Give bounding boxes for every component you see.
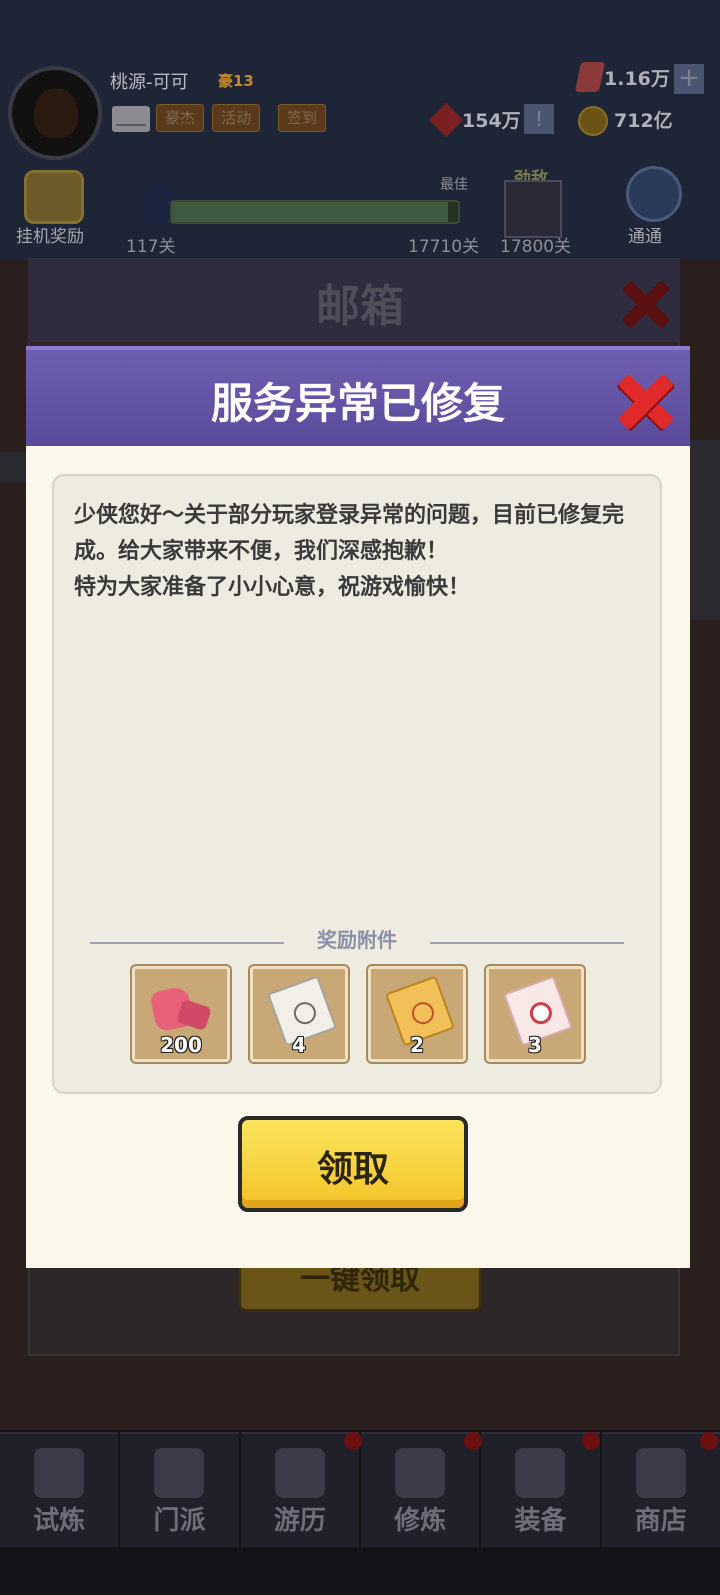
- reward-item-gold-scroll[interactable]: 2: [366, 964, 468, 1064]
- claim-label: 领取: [316, 1149, 389, 1190]
- tongtong-avatar-icon[interactable]: [626, 166, 682, 222]
- ninja-icon: [34, 1448, 84, 1498]
- notification-dot: [344, 1432, 362, 1450]
- side-panel-tab[interactable]: [690, 440, 720, 620]
- coin-icon: [578, 106, 608, 136]
- rival-stage: 17800关: [500, 237, 572, 257]
- notification-dot: [464, 1432, 482, 1450]
- close-icon[interactable]: [616, 372, 676, 432]
- reward-count: 2: [410, 1033, 424, 1057]
- player-avatar[interactable]: [8, 66, 102, 160]
- nav-equipment[interactable]: 装备: [481, 1432, 600, 1547]
- red-token-count: 154万: [462, 110, 521, 132]
- nav-label: 修炼: [394, 1506, 447, 1536]
- mail-icon[interactable]: [112, 106, 150, 132]
- mail-message: 少侠您好～关于部分玩家登录异常的问题，目前已修复完成。给大家带来不便，我们深感抱…: [74, 503, 625, 600]
- reward-item-gem[interactable]: 200: [130, 964, 232, 1064]
- idle-reward-label: 挂机奖励: [16, 227, 84, 247]
- gem-icon: [149, 983, 212, 1033]
- nav-trial[interactable]: 试炼: [0, 1432, 119, 1547]
- reward-item-white-scroll[interactable]: 4: [248, 964, 350, 1064]
- dialog-title: 服务异常已修复: [210, 379, 505, 428]
- book-icon: [394, 1448, 445, 1498]
- events-button[interactable]: 活动: [212, 104, 261, 132]
- nav-label: 游历: [273, 1506, 326, 1536]
- checkin-button[interactable]: 签到: [278, 104, 327, 132]
- heroes-button[interactable]: 豪杰: [156, 104, 205, 132]
- nav-cultivate[interactable]: 修炼: [360, 1432, 480, 1547]
- nav-label: 商店: [634, 1506, 687, 1536]
- mailbox-close-icon[interactable]: [618, 278, 671, 330]
- gem-count: 1.16万: [604, 68, 670, 90]
- rival-avatar[interactable]: [504, 180, 562, 238]
- nav-shop[interactable]: 商店: [601, 1432, 720, 1547]
- nav-label: 装备: [514, 1506, 567, 1536]
- reward-count: 4: [292, 1033, 306, 1057]
- reward-item-red-seal-scroll[interactable]: 3: [484, 964, 586, 1064]
- best-stage: 17710关: [408, 237, 480, 257]
- reward-count: 200: [160, 1033, 202, 1057]
- claim-button[interactable]: 领取: [238, 1116, 468, 1212]
- tongtong-label: 通通: [628, 227, 662, 247]
- player-name: 桃源-可可: [110, 72, 189, 93]
- dialog-header: 服务异常已修复: [26, 346, 690, 446]
- bottom-nav: 试炼 门派 游历 修炼 装备 商店: [0, 1432, 720, 1547]
- notification-dot: [700, 1432, 718, 1450]
- mailbox-title: 邮箱: [316, 281, 404, 332]
- mail-content-box: 少侠您好～关于部分玩家登录异常的问题，目前已修复完成。给大家带来不便，我们深感抱…: [52, 474, 662, 1094]
- left-arrow-icon[interactable]: [0, 452, 26, 482]
- attachments-label: 奖励附件: [317, 928, 397, 952]
- reward-count: 3: [528, 1033, 542, 1057]
- mail-dialog: 服务异常已修复 少侠您好～关于部分玩家登录异常的问题，目前已修复完成。给大家带来…: [26, 346, 690, 1268]
- temple-icon: [154, 1448, 205, 1498]
- nav-label: 门派: [153, 1506, 206, 1536]
- nav-label: 试炼: [33, 1506, 86, 1536]
- player-rank: 豪13: [218, 72, 254, 90]
- best-label: 最佳: [440, 177, 468, 193]
- shop-icon: [635, 1448, 686, 1498]
- notification-dot: [582, 1432, 600, 1450]
- current-stage: 117关: [126, 237, 176, 257]
- nav-sect[interactable]: 门派: [120, 1432, 239, 1547]
- coin-count: 712亿: [614, 110, 673, 132]
- dialog-body: 少侠您好～关于部分玩家登录异常的问题，目前已修复完成。给大家带来不便，我们深感抱…: [26, 446, 690, 1268]
- stage-progress-fill: [172, 202, 448, 222]
- divider-right: [430, 942, 624, 944]
- idle-reward-chest-icon[interactable]: [24, 170, 84, 224]
- nav-travel[interactable]: 游历: [240, 1432, 359, 1547]
- sword-icon: [515, 1448, 566, 1498]
- info-button[interactable]: !: [524, 104, 554, 134]
- mountain-icon: [274, 1448, 325, 1498]
- add-gems-button[interactable]: +: [674, 64, 704, 94]
